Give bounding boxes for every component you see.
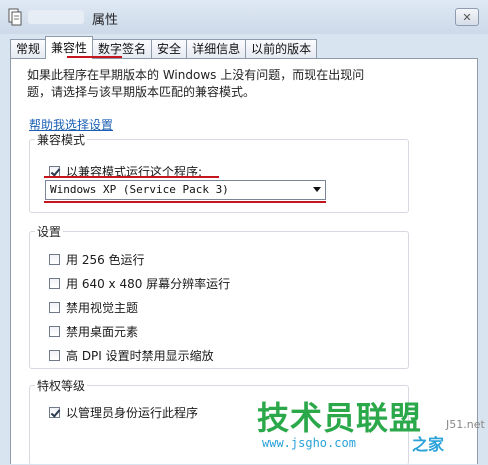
blurred-filename (28, 10, 84, 24)
title-bar: 属性 ✕ (0, 0, 488, 34)
tab-highlight-underline (67, 56, 122, 58)
watermark-url: www.jsgho.com (262, 436, 356, 450)
setting-640x480-checkbox[interactable] (49, 278, 60, 289)
setting-label: 禁用桌面元素 (66, 325, 139, 339)
tab-general[interactable]: 常规 (10, 39, 47, 59)
close-button[interactable]: ✕ (455, 8, 479, 26)
setting-256-color[interactable]: 用 256 色运行 (49, 251, 145, 268)
close-icon: ✕ (462, 10, 472, 24)
tab-details[interactable]: 详细信息 (186, 39, 247, 59)
watermark-tail: 之家 (412, 435, 445, 454)
setting-disable-dpi-scaling-checkbox[interactable] (49, 350, 60, 361)
privilege-group-label: 特权等级 (35, 377, 88, 394)
chevron-down-icon (313, 187, 321, 192)
window-title: 属性 (92, 13, 119, 28)
run-as-admin-checkbox[interactable] (49, 407, 60, 418)
setting-disable-desktop-composition[interactable]: 禁用桌面元素 (49, 323, 138, 340)
setting-disable-visual-themes-checkbox[interactable] (49, 302, 60, 313)
description-line-1: 如果此程序在早期版本的 Windows 上没有问题，而现在出现问 (27, 68, 365, 82)
setting-256-color-checkbox[interactable] (49, 254, 60, 265)
setting-label: 高 DPI 设置时禁用显示缩放 (66, 349, 214, 363)
run-as-admin-row[interactable]: 以管理员身份运行此程序 (49, 404, 198, 421)
file-icon (8, 8, 22, 26)
annotation-underline-checkbox (44, 176, 219, 178)
description-line-2: 题，请选择与该早期版本匹配的兼容模式。 (27, 85, 256, 99)
settings-group-label: 设置 (35, 223, 64, 240)
tab-security[interactable]: 安全 (151, 39, 188, 59)
compat-mode-dropdown[interactable]: Windows XP (Service Pack 3) (45, 180, 326, 200)
tab-previous-versions[interactable]: 以前的版本 (245, 39, 318, 59)
compat-description: 如果此程序在早期版本的 Windows 上没有问题，而现在出现问 题，请选择与该… (27, 67, 447, 101)
setting-label: 用 640 x 480 屏幕分辨率运行 (66, 277, 231, 291)
setting-640x480[interactable]: 用 640 x 480 屏幕分辨率运行 (49, 275, 230, 292)
tab-bar: 常规 兼容性 数字签名 安全 详细信息 以前的版本 (10, 36, 318, 59)
setting-disable-desktop-composition-checkbox[interactable] (49, 326, 60, 337)
setting-label: 用 256 色运行 (66, 253, 145, 267)
annotation-underline-dropdown (44, 201, 326, 203)
compat-mode-selected: Windows XP (Service Pack 3) (50, 183, 229, 196)
compat-mode-group-label: 兼容模式 (35, 131, 88, 148)
run-as-admin-label: 以管理员身份运行此程序 (66, 406, 199, 420)
setting-label: 禁用视觉主题 (66, 301, 139, 315)
setting-disable-visual-themes[interactable]: 禁用视觉主题 (49, 299, 138, 316)
setting-disable-dpi-scaling[interactable]: 高 DPI 设置时禁用显示缩放 (49, 347, 214, 364)
